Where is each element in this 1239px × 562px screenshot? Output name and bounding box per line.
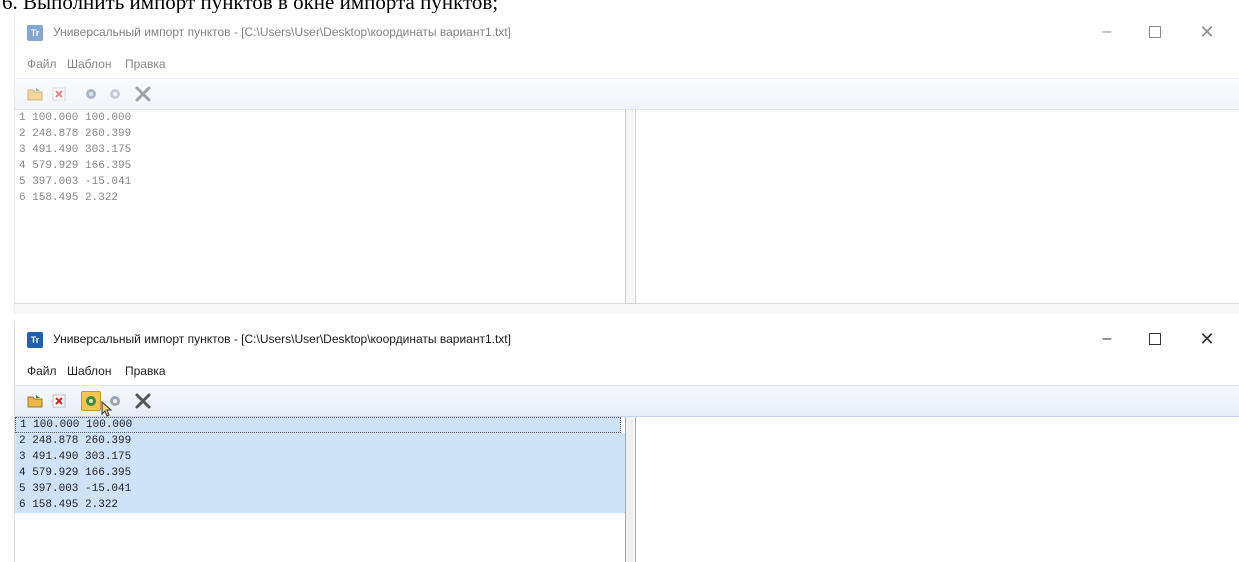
- import-icon[interactable]: [81, 84, 101, 104]
- import-window-before: Tr Универсальный импорт пунктов - [C:\Us…: [14, 14, 1239, 314]
- minimize-button[interactable]: –: [1087, 325, 1127, 353]
- source-text-pane[interactable]: 1 100.000 100.000 2 248.878 260.399 3 49…: [15, 110, 626, 314]
- coordinate-line[interactable]: 3 491.490 303.175: [15, 142, 625, 158]
- maximize-button[interactable]: [1135, 18, 1175, 46]
- coordinate-line[interactable]: 1 100.000 100.000: [15, 417, 621, 433]
- clear-icon[interactable]: [49, 84, 69, 104]
- result-pane[interactable]: [635, 417, 1239, 562]
- panes: 1 100.000 100.000 2 248.878 260.399 3 49…: [15, 417, 1239, 562]
- source-text-pane[interactable]: 1 100.000 100.000 2 248.878 260.399 3 49…: [15, 417, 626, 562]
- menu-edit[interactable]: Правка: [125, 57, 166, 71]
- toolbar: [15, 385, 1239, 417]
- coordinate-line[interactable]: 3 491.490 303.175: [15, 449, 625, 465]
- menu-template[interactable]: Шаблон: [67, 364, 111, 378]
- menu-bar: Файл Шаблон Правка: [15, 52, 1239, 78]
- maximize-icon: [1149, 25, 1161, 38]
- window-title: Универсальный импорт пунктов - [C:\Users…: [53, 332, 511, 346]
- coordinate-line[interactable]: 4 579.929 166.395: [15, 465, 625, 481]
- pane-splitter[interactable]: [626, 110, 634, 314]
- coordinate-line[interactable]: 5 397.003 -15.041: [15, 174, 625, 190]
- import-icon[interactable]: [81, 391, 101, 411]
- app-icon: Tr: [27, 25, 43, 41]
- close-button[interactable]: ✕: [1187, 325, 1227, 353]
- document-caption: 6. Выполнить импорт пунктов в окне импор…: [2, 0, 499, 13]
- toolbar: [15, 78, 1239, 110]
- coordinate-line[interactable]: 2 248.878 260.399: [15, 433, 625, 449]
- open-folder-icon[interactable]: [25, 84, 45, 104]
- pane-splitter[interactable]: [626, 417, 634, 562]
- clear-icon[interactable]: [49, 391, 69, 411]
- coordinate-line[interactable]: 6 158.495 2.322: [15, 497, 625, 513]
- coordinate-line[interactable]: 2 248.878 260.399: [15, 126, 625, 142]
- panes: 1 100.000 100.000 2 248.878 260.399 3 49…: [15, 110, 1239, 314]
- window-title: Универсальный импорт пунктов - [C:\Users…: [53, 25, 511, 39]
- minimize-button[interactable]: –: [1087, 18, 1127, 46]
- result-pane[interactable]: [635, 110, 1239, 314]
- horizontal-scrollbar[interactable]: [15, 303, 1239, 314]
- title-bar[interactable]: Tr Универсальный импорт пунктов - [C:\Us…: [15, 321, 1239, 359]
- menu-template[interactable]: Шаблон: [67, 57, 111, 71]
- title-bar[interactable]: Tr Универсальный импорт пунктов - [C:\Us…: [15, 14, 1239, 52]
- coordinate-line[interactable]: 1 100.000 100.000: [15, 110, 625, 126]
- app-icon: Tr: [27, 332, 43, 348]
- menu-bar: Файл Шаблон Правка: [15, 359, 1239, 385]
- menu-edit[interactable]: Правка: [125, 364, 166, 378]
- maximize-icon: [1149, 332, 1161, 345]
- import-window-after: Tr Универсальный импорт пунктов - [C:\Us…: [14, 321, 1239, 562]
- tools-icon[interactable]: [133, 84, 153, 104]
- tools-icon[interactable]: [133, 391, 153, 411]
- menu-file[interactable]: Файл: [27, 364, 57, 378]
- coordinate-line[interactable]: 4 579.929 166.395: [15, 158, 625, 174]
- settings-gear-icon[interactable]: [105, 84, 125, 104]
- coordinate-line[interactable]: 6 158.495 2.322: [15, 190, 625, 206]
- close-button[interactable]: ✕: [1187, 18, 1227, 46]
- menu-file[interactable]: Файл: [27, 57, 57, 71]
- open-folder-icon[interactable]: [25, 391, 45, 411]
- maximize-button[interactable]: [1135, 325, 1175, 353]
- coordinate-line[interactable]: 5 397.003 -15.041: [15, 481, 625, 497]
